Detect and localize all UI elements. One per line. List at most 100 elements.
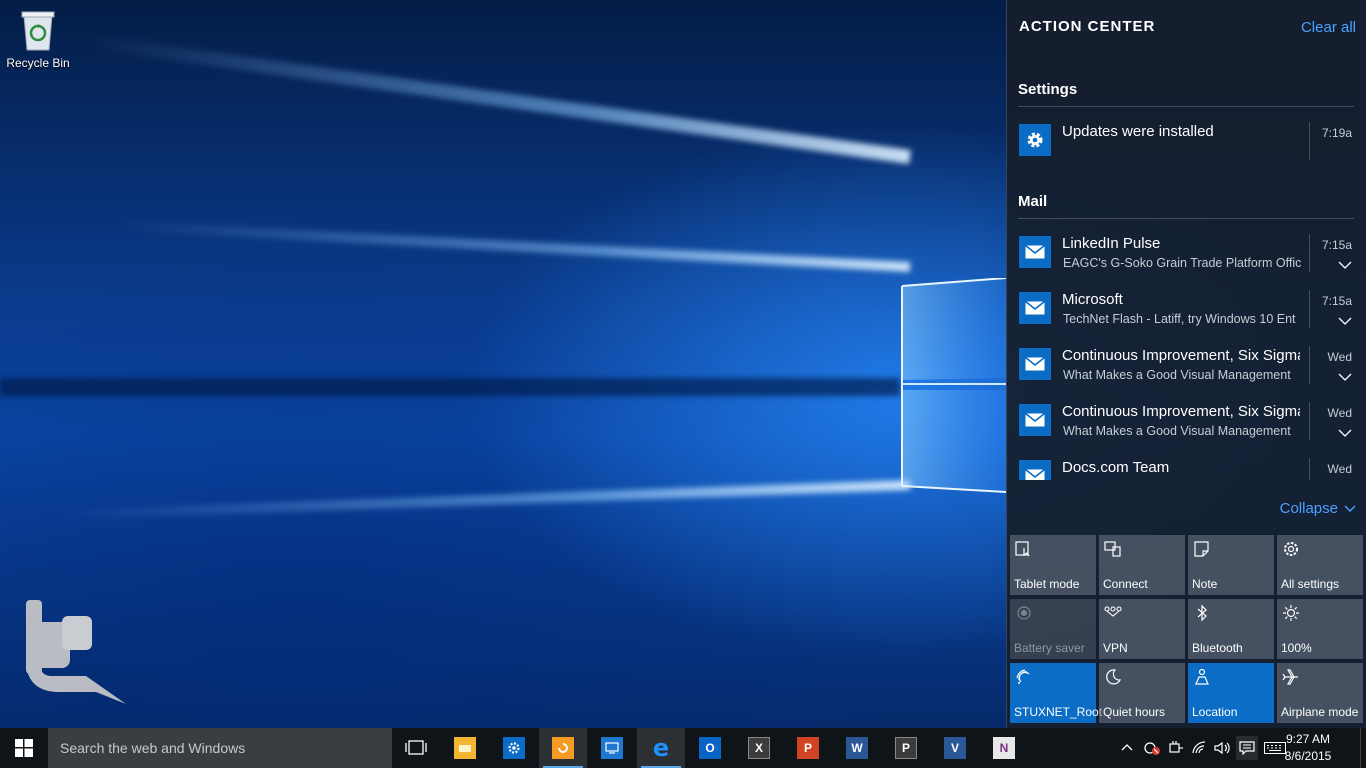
chevron-down-icon bbox=[1344, 505, 1356, 512]
notification-mail-six-sigma-2[interactable]: Continuous Improvement, Six Sigma What M… bbox=[1018, 400, 1354, 456]
notification-divider bbox=[1309, 458, 1310, 480]
windows-logo-light bbox=[901, 278, 1006, 493]
notification-time: Wed bbox=[1327, 350, 1352, 364]
notification-time: Wed bbox=[1327, 462, 1352, 476]
shadow-band bbox=[0, 378, 900, 396]
taskbar-remote-desktop[interactable] bbox=[588, 728, 636, 768]
note-icon bbox=[1194, 541, 1209, 557]
quick-action-wifi[interactable]: STUXNET_Root bbox=[1010, 663, 1102, 723]
quick-action-label: Tablet mode bbox=[1014, 577, 1080, 591]
notification-title: Updates were installed bbox=[1062, 123, 1214, 140]
remote-desktop-icon bbox=[601, 737, 623, 759]
chevron-down-icon[interactable] bbox=[1338, 426, 1352, 440]
clear-all-link[interactable]: Clear all bbox=[1301, 19, 1356, 36]
chevron-down-icon[interactable] bbox=[1338, 258, 1352, 272]
task-view-icon bbox=[405, 740, 427, 755]
tray-chevron-up-icon[interactable] bbox=[1117, 738, 1137, 758]
quick-action-label: 100% bbox=[1281, 641, 1312, 655]
tray-power-plug-icon[interactable] bbox=[1166, 738, 1186, 758]
quick-action-label: Quiet hours bbox=[1103, 705, 1166, 719]
quick-action-brightness[interactable]: 100% bbox=[1277, 599, 1363, 659]
onenote-icon: N bbox=[993, 737, 1015, 759]
mail-icon bbox=[1019, 292, 1051, 324]
taskbar-file-explorer[interactable] bbox=[441, 728, 489, 768]
search-placeholder: Search the web and Windows bbox=[60, 740, 246, 756]
notification-mail-linkedin[interactable]: LinkedIn Pulse EAGC's G-Soko Grain Trade… bbox=[1018, 232, 1354, 288]
taskbar-outlook[interactable]: O bbox=[686, 728, 734, 768]
location-icon bbox=[1195, 668, 1209, 685]
windows-start-icon bbox=[15, 739, 33, 757]
notification-time: 7:19a bbox=[1321, 126, 1352, 140]
mail-icon bbox=[1019, 236, 1051, 268]
notification-time: Wed bbox=[1327, 406, 1352, 420]
tray-action-center-icon[interactable] bbox=[1236, 736, 1258, 760]
quick-action-vpn[interactable]: VPN bbox=[1099, 599, 1185, 659]
tray-wifi-icon[interactable] bbox=[1190, 738, 1210, 758]
quick-action-all-settings[interactable]: All settings bbox=[1277, 535, 1363, 595]
outlook-icon: O bbox=[699, 737, 721, 759]
show-desktop-button[interactable] bbox=[1360, 728, 1366, 768]
quick-action-battery-saver[interactable]: Battery saver bbox=[1010, 599, 1096, 659]
excel-icon: X bbox=[748, 737, 770, 759]
taskbar: Search the web and Windows e O X P W P V… bbox=[0, 728, 1366, 768]
search-input[interactable]: Search the web and Windows bbox=[48, 728, 392, 768]
tray-volume-icon[interactable] bbox=[1212, 738, 1232, 758]
quick-action-quiet-hours[interactable]: Quiet hours bbox=[1099, 663, 1185, 723]
start-button[interactable] bbox=[0, 728, 48, 768]
quick-action-label: VPN bbox=[1103, 641, 1128, 655]
tablet-mode-icon bbox=[1015, 541, 1030, 557]
taskbar-task-view[interactable] bbox=[392, 728, 440, 768]
quick-action-label: STUXNET_Root bbox=[1014, 705, 1103, 719]
tray-security-alert-icon[interactable] bbox=[1142, 738, 1162, 758]
brightness-icon bbox=[1283, 605, 1299, 621]
notification-title: LinkedIn Pulse bbox=[1062, 235, 1161, 252]
clock-date: 8/6/2015 bbox=[1284, 749, 1332, 763]
quick-action-location[interactable]: Location bbox=[1188, 663, 1274, 723]
mail-icon bbox=[1019, 348, 1051, 380]
notification-body: TechNet Flash - Latiff, try Windows 10 E… bbox=[1063, 312, 1296, 326]
quick-action-airplane-mode[interactable]: Airplane mode bbox=[1277, 663, 1363, 723]
taskbar-powerpoint[interactable]: P bbox=[784, 728, 832, 768]
light-beam bbox=[87, 34, 911, 164]
quick-actions-grid: Tablet mode Connect Note All settings Ba… bbox=[1010, 535, 1364, 723]
taskbar-word[interactable]: W bbox=[833, 728, 881, 768]
recycle-bin-icon bbox=[21, 11, 55, 51]
notification-mail-six-sigma-1[interactable]: Continuous Improvement, Six Sigma What M… bbox=[1018, 344, 1354, 400]
watermark-logo-icon bbox=[26, 600, 126, 704]
edge-icon: e bbox=[652, 734, 670, 762]
taskbar-settings[interactable] bbox=[490, 728, 538, 768]
light-beam bbox=[60, 480, 911, 520]
notification-mail-docs[interactable]: Docs.com Team Wed bbox=[1018, 456, 1354, 480]
quick-action-label: Bluetooth bbox=[1192, 641, 1243, 655]
quick-action-bluetooth[interactable]: Bluetooth bbox=[1188, 599, 1274, 659]
notification-title: Continuous Improvement, Six Sigma bbox=[1062, 403, 1300, 420]
notification-divider bbox=[1309, 346, 1310, 384]
taskbar-clock[interactable]: 9:27 AM 8/6/2015 bbox=[1278, 731, 1338, 765]
light-beam bbox=[120, 220, 911, 272]
notification-updates-installed[interactable]: Updates were installed 7:19a bbox=[1018, 120, 1354, 176]
collapse-button[interactable]: Collapse bbox=[1280, 500, 1356, 517]
quick-action-connect[interactable]: Connect bbox=[1099, 535, 1185, 595]
taskbar-project[interactable]: P bbox=[882, 728, 930, 768]
mail-icon bbox=[1019, 460, 1051, 480]
recycle-bin-shortcut[interactable]: Recycle Bin bbox=[4, 8, 72, 70]
notification-divider bbox=[1309, 402, 1310, 440]
taskbar-onenote[interactable]: N bbox=[980, 728, 1028, 768]
quick-action-tablet-mode[interactable]: Tablet mode bbox=[1010, 535, 1096, 595]
taskbar-edge[interactable]: e bbox=[637, 728, 685, 768]
chevron-down-icon[interactable] bbox=[1338, 370, 1352, 384]
quick-action-label: Airplane mode bbox=[1281, 705, 1359, 719]
file-explorer-icon bbox=[454, 737, 476, 759]
bluetooth-icon bbox=[1197, 604, 1207, 622]
quick-action-note[interactable]: Note bbox=[1188, 535, 1274, 595]
taskbar-visio[interactable]: V bbox=[931, 728, 979, 768]
taskbar-snagit[interactable] bbox=[539, 728, 587, 768]
taskbar-excel[interactable]: X bbox=[735, 728, 783, 768]
group-divider bbox=[1018, 106, 1354, 107]
notification-mail-microsoft[interactable]: Microsoft TechNet Flash - Latiff, try Wi… bbox=[1018, 288, 1354, 344]
chevron-down-icon[interactable] bbox=[1338, 314, 1352, 328]
battery-saver-icon bbox=[1017, 606, 1031, 620]
snagit-icon bbox=[552, 737, 574, 759]
notification-title: Docs.com Team bbox=[1062, 459, 1170, 476]
notification-divider bbox=[1309, 290, 1310, 328]
